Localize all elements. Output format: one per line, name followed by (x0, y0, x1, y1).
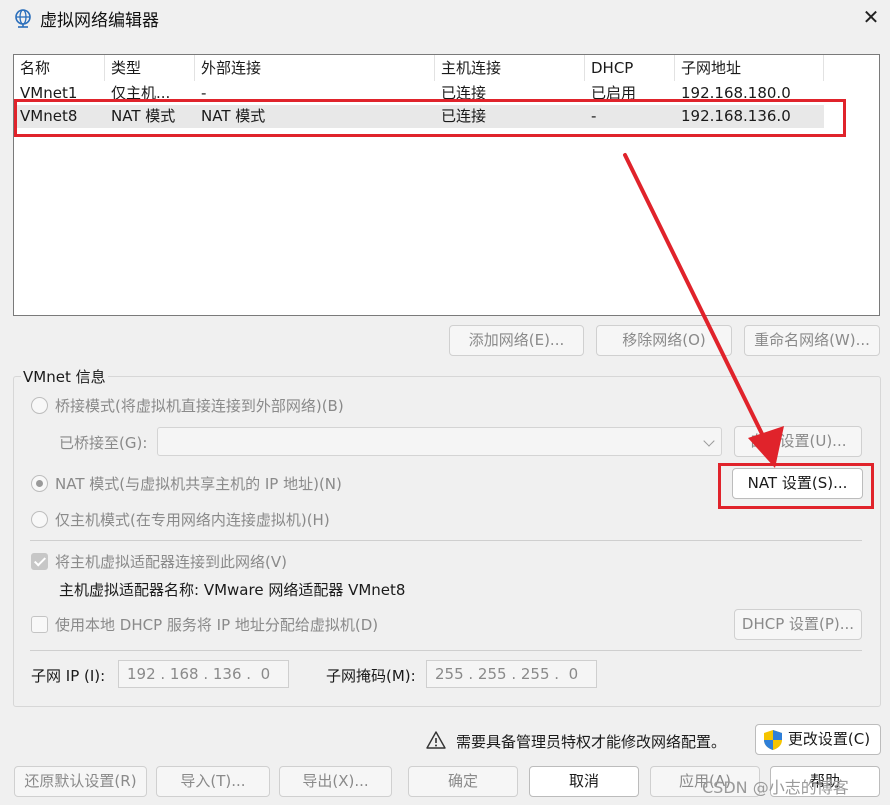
nat-settings-button[interactable]: NAT 设置(S)... (732, 468, 863, 499)
cell-external: - (201, 84, 207, 102)
warning-icon (426, 731, 446, 749)
rename-network-button[interactable]: 重命名网络(W)... (744, 325, 880, 356)
cell-dhcp: 已启用 (591, 84, 637, 102)
nat-label: NAT 模式(与虚拟机共享主机的 IP 地址)(N) (55, 475, 342, 493)
cancel-button[interactable]: 取消 (529, 766, 639, 797)
window-title: 虚拟网络编辑器 (40, 11, 159, 31)
hostonly-label: 仅主机模式(在专用网络内连接虚拟机)(H) (55, 511, 330, 529)
restore-defaults-button[interactable]: 还原默认设置(R) (14, 766, 147, 797)
dhcp-settings-button[interactable]: DHCP 设置(P)... (734, 609, 862, 640)
cell-host: 已连接 (441, 84, 487, 102)
cell-dhcp: - (591, 107, 597, 125)
change-settings-label: 更改设置(C) (787, 730, 871, 748)
uac-shield-icon (764, 730, 782, 750)
cell-host: 已连接 (441, 107, 487, 125)
cell-external: NAT 模式 (201, 107, 266, 125)
column-header-dhcp[interactable]: DHCP (585, 55, 675, 81)
cell-type: NAT 模式 (111, 107, 176, 125)
connect-adapter-label: 将主机虚拟适配器连接到此网络(V) (55, 553, 287, 571)
list-header: 名称 类型 外部连接 主机连接 DHCP 子网地址 (14, 55, 824, 81)
export-button[interactable]: 导出(X)... (279, 766, 392, 797)
cell-subnet: 192.168.180.0 (681, 84, 791, 102)
bridged-radio[interactable] (31, 397, 48, 414)
table-row-selected[interactable]: VMnet8 NAT 模式 NAT 模式 已连接 - 192.168.136.0 (14, 105, 824, 128)
import-button[interactable]: 导入(T)... (156, 766, 270, 797)
cell-name: VMnet1 (20, 84, 78, 102)
column-header-host[interactable]: 主机连接 (435, 55, 585, 81)
globe-network-icon (15, 9, 31, 28)
bridged-to-label: 已桥接至(G): (59, 434, 148, 452)
subnet-mask-label: 子网掩码(M): (326, 667, 416, 685)
hostonly-radio[interactable] (31, 511, 48, 528)
column-header-name[interactable]: 名称 (14, 55, 105, 81)
divider (30, 650, 862, 651)
cell-name: VMnet8 (20, 107, 78, 125)
change-settings-button[interactable]: 更改设置(C) (755, 724, 881, 755)
subnet-ip-label: 子网 IP (I): (31, 667, 106, 685)
divider (30, 540, 862, 541)
chevron-down-icon (703, 435, 715, 447)
nat-radio[interactable] (31, 475, 48, 492)
close-icon[interactable]: ✕ (858, 4, 884, 30)
adapter-name-label: 主机虚拟适配器名称: VMware 网络适配器 VMnet8 (59, 581, 406, 599)
network-list[interactable]: 名称 类型 外部连接 主机连接 DHCP 子网地址 VMnet1 仅主机... … (13, 54, 880, 316)
bridged-to-select[interactable] (157, 427, 722, 456)
table-row[interactable]: VMnet1 仅主机... - 已连接 已启用 192.168.180.0 (14, 82, 824, 105)
subnet-mask-field[interactable]: 255 . 255 . 255 . 0 (426, 660, 597, 688)
connect-adapter-checkbox[interactable] (31, 553, 48, 570)
dhcp-checkbox[interactable] (31, 616, 48, 633)
cell-subnet: 192.168.136.0 (681, 107, 791, 125)
cell-type: 仅主机... (111, 84, 171, 102)
subnet-ip-field[interactable]: 192 . 168 . 136 . 0 (118, 660, 289, 688)
dhcp-label: 使用本地 DHCP 服务将 IP 地址分配给虚拟机(D) (55, 616, 379, 634)
remove-network-button[interactable]: 移除网络(O) (596, 325, 732, 356)
column-header-subnet[interactable]: 子网地址 (675, 55, 824, 81)
watermark-text: CSDN @小志的博客 (702, 778, 849, 797)
bridged-label: 桥接模式(将虚拟机直接连接到外部网络)(B) (55, 397, 344, 415)
ok-button[interactable]: 确定 (408, 766, 518, 797)
vmnet-info-legend: VMnet 信息 (21, 366, 108, 387)
column-header-external[interactable]: 外部连接 (195, 55, 435, 81)
auto-settings-button[interactable]: 自动设置(U)... (734, 426, 862, 457)
column-header-type[interactable]: 类型 (105, 55, 195, 81)
add-network-button[interactable]: 添加网络(E)... (449, 325, 584, 356)
admin-notice-text: 需要具备管理员特权才能修改网络配置。 (456, 733, 727, 751)
